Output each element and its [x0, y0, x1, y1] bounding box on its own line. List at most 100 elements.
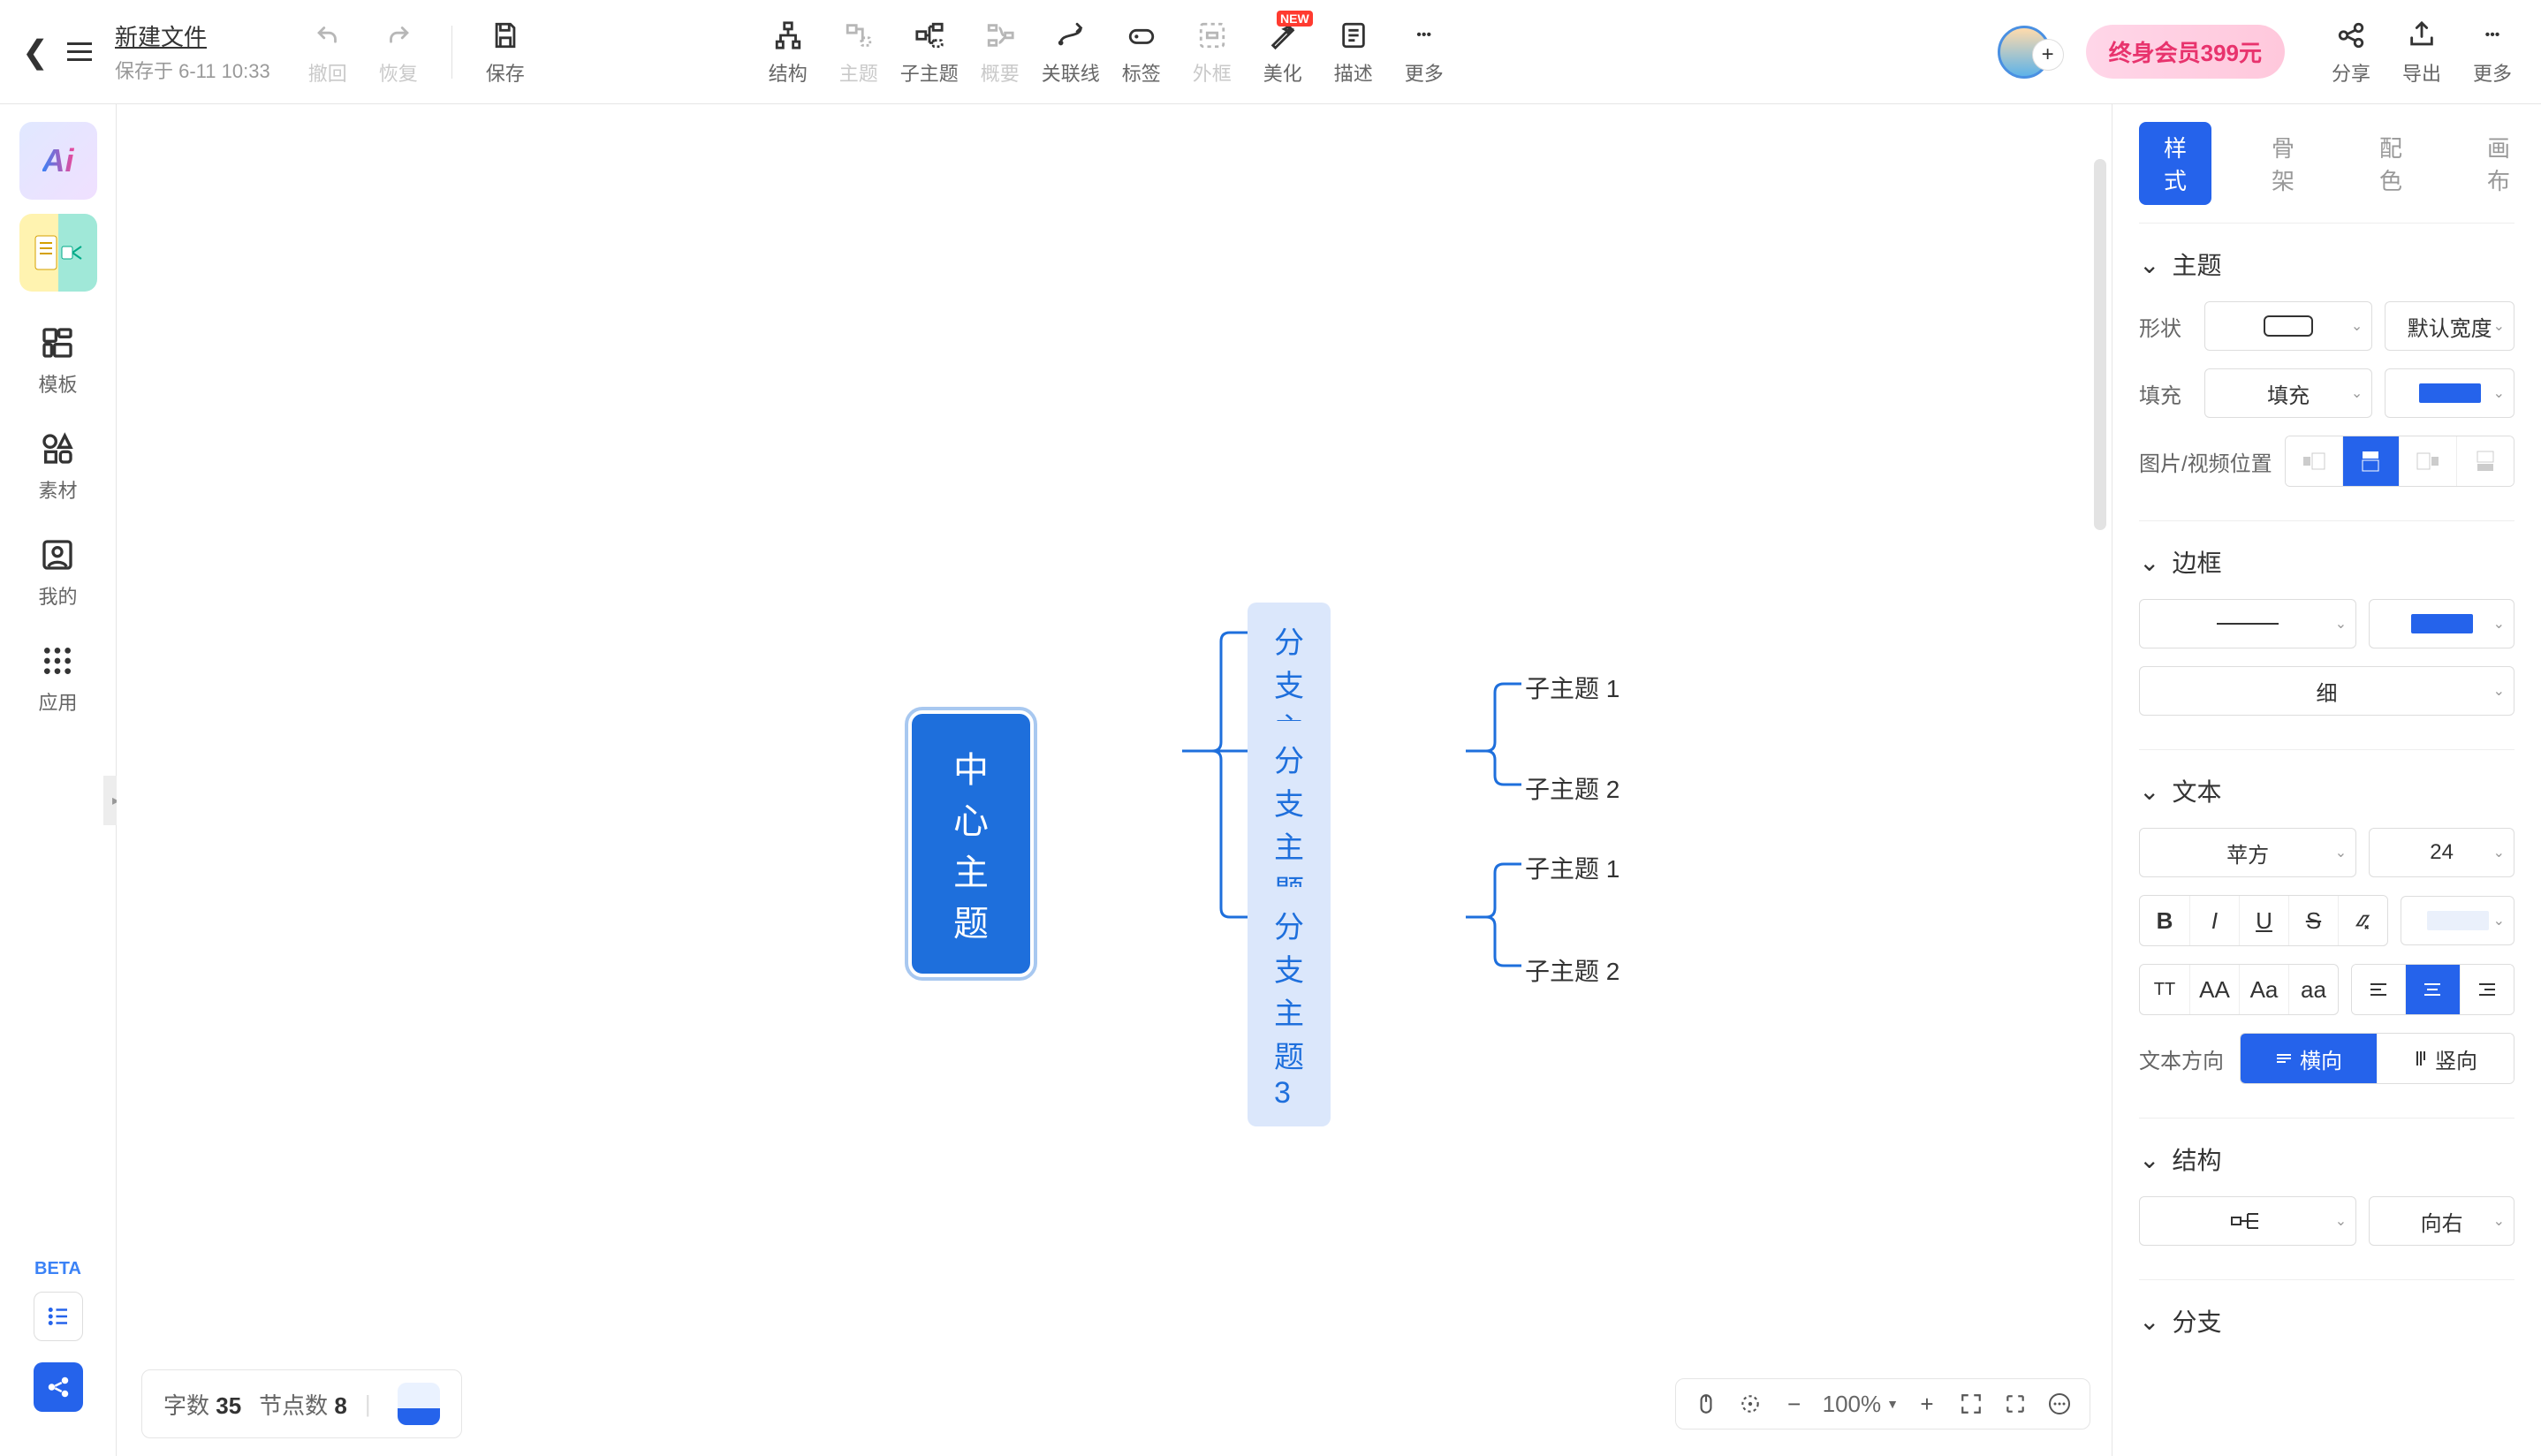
fill-color-select[interactable]: ⌄	[2385, 368, 2514, 418]
redo-icon	[381, 18, 416, 53]
text-format-group: B I U S	[2139, 895, 2388, 946]
tab-skeleton[interactable]: 骨架	[2247, 122, 2319, 205]
border-width-select[interactable]: 细⌄	[2139, 666, 2514, 716]
add-user-button[interactable]: +	[2032, 39, 2064, 71]
align-group	[2351, 964, 2514, 1015]
media-pos-bottom[interactable]	[2456, 436, 2514, 486]
topic-button[interactable]: 主题	[828, 18, 890, 87]
branch-node-3[interactable]: 分支主题 3	[1248, 887, 1331, 1126]
share-fab[interactable]	[34, 1362, 83, 1412]
text-color-select[interactable]: ⌄	[2401, 896, 2514, 945]
undo-button[interactable]: 撤回	[297, 18, 359, 87]
subtopic-button[interactable]: 子主题	[899, 18, 960, 87]
bot-icon[interactable]	[398, 1383, 440, 1425]
dir-horizontal[interactable]: 横向	[2241, 1034, 2377, 1083]
sub-node[interactable]: 子主题 2	[1525, 770, 1619, 806]
tab-palette[interactable]: 配色	[2355, 122, 2427, 205]
stats-pill: 字数 35 节点数 8 |	[141, 1369, 462, 1438]
media-pos-right[interactable]	[2399, 436, 2456, 486]
share-button[interactable]: 分享	[2320, 18, 2382, 87]
zoom-in-button[interactable]: +	[1911, 1388, 1943, 1420]
section-header-structure[interactable]: ⌄结构	[2139, 1141, 2514, 1177]
menu-button[interactable]	[62, 34, 97, 70]
file-info: 新建文件 保存于 6-11 10:33	[115, 19, 270, 84]
border-style-select[interactable]: ⌄	[2139, 599, 2356, 648]
zoom-level[interactable]: 100%▼	[1823, 1391, 1899, 1418]
locate-icon[interactable]	[1734, 1388, 1766, 1420]
redo-button[interactable]: 恢复	[368, 18, 429, 87]
file-name[interactable]: 新建文件	[115, 19, 270, 52]
export-button[interactable]: 导出	[2391, 18, 2453, 87]
vip-badge[interactable]: 终身会员399元	[2086, 25, 2285, 79]
strike-button[interactable]: S	[2288, 896, 2338, 945]
media-pos-top[interactable]	[2342, 436, 2400, 486]
scroll-indicator[interactable]	[2094, 159, 2106, 530]
font-select[interactable]: 苹方⌄	[2139, 828, 2356, 877]
align-center[interactable]	[2405, 965, 2459, 1014]
bold-button[interactable]: B	[2140, 896, 2189, 945]
tab-style[interactable]: 样式	[2139, 122, 2211, 205]
align-left[interactable]	[2352, 965, 2405, 1014]
avatar[interactable]: +	[1998, 26, 2051, 79]
section-header-text[interactable]: ⌄文本	[2139, 773, 2514, 808]
export-icon	[2404, 18, 2439, 53]
case-tt[interactable]: TT	[2140, 965, 2189, 1014]
fit-icon[interactable]	[1955, 1388, 1987, 1420]
desc-button[interactable]: 描述	[1323, 18, 1384, 87]
split-view-card[interactable]	[19, 214, 97, 292]
section-branch: ⌄分支	[2139, 1279, 2514, 1374]
font-size-select[interactable]: 24⌄	[2369, 828, 2514, 877]
section-header-topic[interactable]: ⌄主题	[2139, 246, 2514, 282]
dir-vertical[interactable]: 竖向	[2377, 1034, 2514, 1083]
tag-button[interactable]: 标签	[1111, 18, 1172, 87]
frame-icon	[1195, 18, 1230, 53]
share-icon	[2333, 18, 2369, 53]
structure-button[interactable]: 结构	[757, 18, 819, 87]
sub-node[interactable]: 子主题 2	[1525, 952, 1619, 988]
chevron-down-icon: ⌄	[2139, 1307, 2159, 1336]
case-title[interactable]: Aa	[2239, 965, 2288, 1014]
width-select[interactable]: 默认宽度⌄	[2385, 301, 2514, 351]
fill-type-select[interactable]: 填充⌄	[2204, 368, 2372, 418]
border-color-select[interactable]: ⌄	[2369, 599, 2514, 648]
tab-canvas[interactable]: 画布	[2462, 122, 2535, 205]
apps-button[interactable]: 应用	[38, 641, 77, 716]
case-lower[interactable]: aa	[2288, 965, 2338, 1014]
mine-icon	[38, 535, 77, 574]
save-button[interactable]: 保存	[474, 18, 536, 87]
align-right[interactable]	[2460, 965, 2514, 1014]
zoom-out-button[interactable]: −	[1779, 1388, 1810, 1420]
italic-button[interactable]: I	[2189, 896, 2239, 945]
outline-button[interactable]	[34, 1292, 83, 1341]
beautify-button[interactable]: NEW 美化	[1252, 18, 1314, 87]
structure-dir-select[interactable]: 向右⌄	[2369, 1196, 2514, 1246]
clear-format-button[interactable]	[2338, 896, 2387, 945]
relation-button[interactable]: 关联线	[1040, 18, 1102, 87]
media-pos-left[interactable]	[2286, 436, 2342, 486]
more-icon[interactable]	[2044, 1388, 2075, 1420]
material-button[interactable]: 素材	[38, 429, 77, 504]
more2-button[interactable]: ••• 更多	[2461, 18, 2523, 87]
frame-button[interactable]: 外框	[1181, 18, 1243, 87]
more-button[interactable]: ••• 更多	[1393, 18, 1455, 87]
mouse-icon[interactable]	[1690, 1388, 1722, 1420]
shape-select[interactable]: ⌄	[2204, 301, 2372, 351]
section-header-branch[interactable]: ⌄分支	[2139, 1303, 2514, 1338]
canvas[interactable]: 中心主题 分支主题 1 分支主题 2 分支主题 3 子主题 1 子主题 2 子主…	[117, 104, 2112, 1456]
back-button[interactable]: ❮	[18, 34, 53, 70]
structure-type-select[interactable]: ⌄	[2139, 1196, 2356, 1246]
template-button[interactable]: 模板	[38, 323, 77, 398]
divider	[451, 26, 452, 79]
sub-node[interactable]: 子主题 1	[1525, 670, 1619, 705]
shape-label: 形状	[2139, 311, 2192, 342]
section-topic: ⌄主题 形状 ⌄ 默认宽度⌄ 填充 填充⌄ ⌄ 图片/视频位置	[2139, 223, 2514, 520]
sub-node[interactable]: 子主题 1	[1525, 850, 1619, 885]
summary-button[interactable]: 概要	[969, 18, 1031, 87]
section-header-border[interactable]: ⌄边框	[2139, 544, 2514, 580]
fullscreen-icon[interactable]	[1999, 1388, 2031, 1420]
underline-button[interactable]: U	[2239, 896, 2288, 945]
ai-card[interactable]: Ai	[19, 122, 97, 200]
case-upper[interactable]: AA	[2189, 965, 2239, 1014]
center-node[interactable]: 中心主题	[912, 714, 1030, 974]
mine-button[interactable]: 我的	[38, 535, 77, 610]
